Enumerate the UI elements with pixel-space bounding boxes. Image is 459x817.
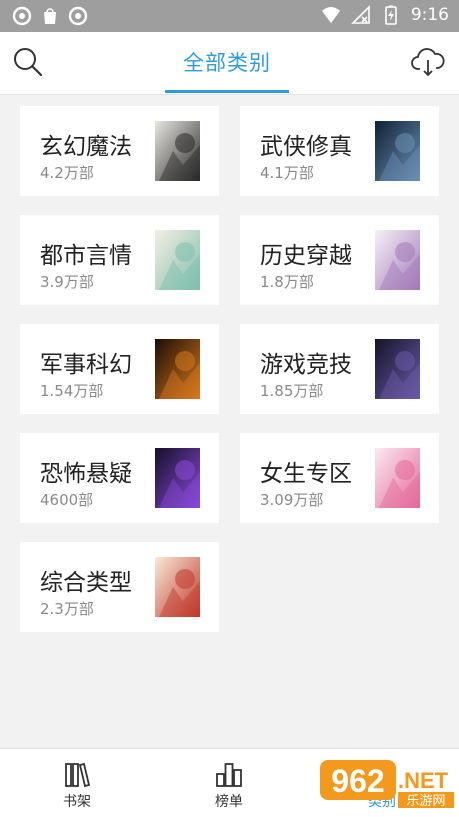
category-name: 都市言情 — [40, 243, 132, 269]
status-bar: 9:16 — [0, 0, 459, 32]
category-count: 2.3万部 — [40, 600, 94, 618]
category-name: 恐怖悬疑 — [40, 461, 132, 487]
cloud-download-icon — [411, 48, 445, 77]
battery-charging-icon — [385, 5, 397, 25]
system-icons: 9:16 — [321, 5, 449, 25]
book-cover-image — [375, 121, 420, 181]
nav-bookshelf-label: 书架 — [63, 794, 91, 810]
ranking-icon — [216, 763, 242, 787]
category-name: 军事科幻 — [40, 352, 132, 378]
category-count: 3.9万部 — [40, 273, 94, 291]
notification-icons — [12, 6, 88, 26]
category-name: 历史穿越 — [260, 243, 352, 269]
book-cover-image — [155, 230, 200, 290]
category-card[interactable]: 武侠修真 4.1万部 — [240, 106, 439, 196]
category-count: 3.09万部 — [260, 491, 324, 509]
tab-all-categories[interactable]: 全部类别 — [165, 47, 289, 77]
nav-ranking[interactable]: 榜单 — [189, 749, 269, 817]
search-icon — [14, 48, 43, 77]
no-signal-icon — [350, 5, 370, 24]
book-cover-image — [375, 339, 420, 399]
watermark-sub: 乐游网 — [406, 794, 445, 809]
book-cover-image — [155, 557, 200, 617]
cloud-download-button[interactable] — [411, 45, 445, 79]
category-name: 综合类型 — [40, 570, 132, 596]
category-count: 4.1万部 — [260, 164, 314, 182]
category-count: 1.54万部 — [40, 382, 104, 400]
tab-active-indicator — [165, 90, 289, 93]
category-count: 4600部 — [40, 491, 94, 509]
search-button[interactable] — [11, 45, 45, 79]
category-count: 1.8万部 — [260, 273, 314, 291]
category-count: 4.2万部 — [40, 164, 94, 182]
sync-icon — [12, 6, 32, 26]
category-name: 玄幻魔法 — [40, 134, 132, 160]
category-card[interactable]: 综合类型 2.3万部 — [20, 542, 219, 632]
category-card[interactable]: 游戏竞技 1.85万部 — [240, 324, 439, 414]
watermark-logo: 962 .NET 乐游网 — [320, 758, 455, 810]
category-card[interactable]: 历史穿越 1.8万部 — [240, 215, 439, 305]
category-card[interactable]: 恐怖悬疑 4600部 — [20, 433, 219, 523]
category-name: 武侠修真 — [260, 134, 352, 160]
book-cover-image — [155, 339, 200, 399]
nav-bookshelf[interactable]: 书架 — [37, 749, 117, 817]
category-card[interactable]: 都市言情 3.9万部 — [20, 215, 219, 305]
book-cover-image — [375, 230, 420, 290]
top-bar: 全部类别 — [0, 32, 459, 95]
book-cover-image — [375, 448, 420, 508]
book-cover-image — [155, 448, 200, 508]
nav-ranking-label: 榜单 — [215, 794, 243, 810]
category-count: 1.85万部 — [260, 382, 324, 400]
bag-icon — [44, 8, 56, 24]
wifi-icon — [321, 7, 340, 23]
category-name: 女生专区 — [260, 461, 352, 487]
category-card[interactable]: 女生专区 3.09万部 — [240, 433, 439, 523]
book-cover-image — [155, 121, 200, 181]
watermark-suffix: .NET — [398, 768, 449, 793]
watermark-number: 962 — [331, 763, 384, 799]
category-card[interactable]: 军事科幻 1.54万部 — [20, 324, 219, 414]
category-name: 游戏竞技 — [260, 352, 352, 378]
sync-icon-2 — [68, 6, 88, 26]
clock: 9:16 — [410, 5, 449, 25]
category-card[interactable]: 玄幻魔法 4.2万部 — [20, 106, 219, 196]
bookshelf-icon — [65, 762, 91, 788]
